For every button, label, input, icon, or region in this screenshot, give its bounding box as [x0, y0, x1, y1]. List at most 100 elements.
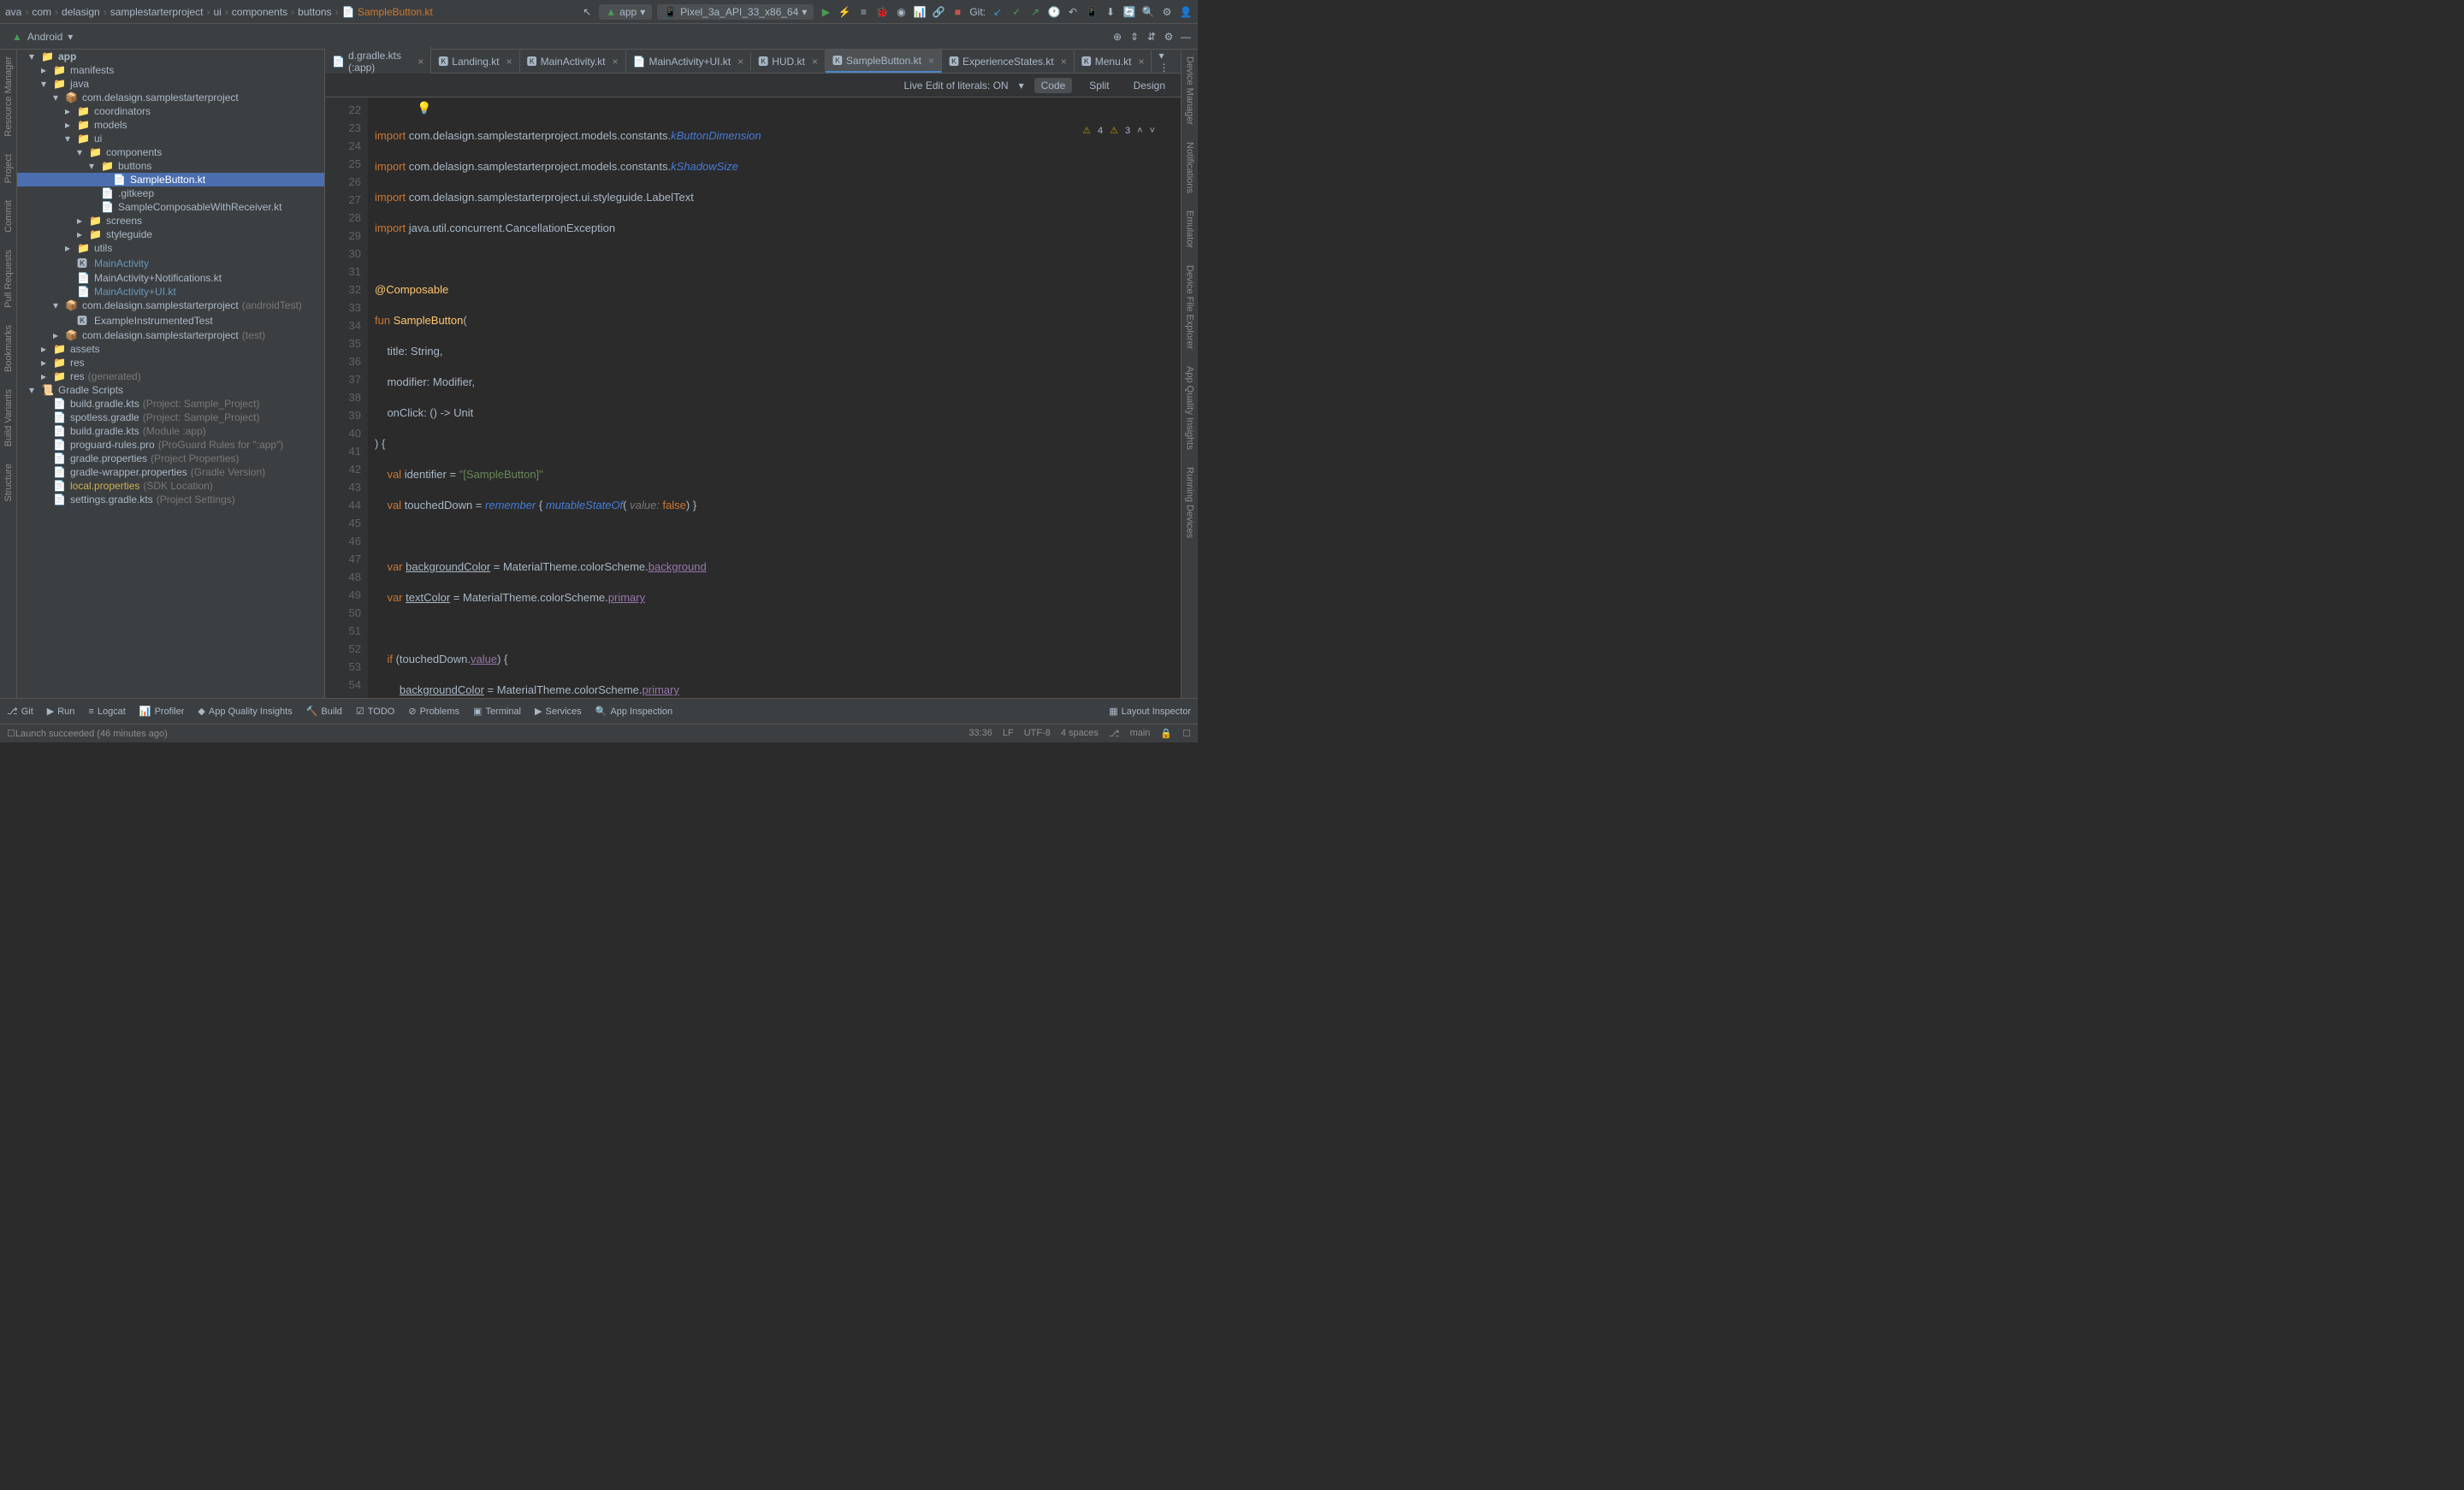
tool-run[interactable]: ▶Run: [47, 706, 75, 717]
tree-item[interactable]: ▾📁ui: [17, 132, 324, 145]
design-mode-button[interactable]: Design: [1127, 78, 1172, 93]
editor-tab[interactable]: 🅺ExperienceStates.kt×: [942, 50, 1075, 72]
cursor-position[interactable]: 33:36: [968, 728, 992, 739]
editor-tab[interactable]: 🅺Landing.kt×: [431, 50, 519, 72]
close-icon[interactable]: ×: [1061, 56, 1067, 68]
undo-icon[interactable]: ↶: [1066, 5, 1080, 19]
tree-item[interactable]: ▾📜Gradle Scripts: [17, 383, 324, 397]
breadcrumb-current[interactable]: 📄 SampleButton.kt: [342, 6, 433, 18]
lock-icon[interactable]: 🔒: [1160, 728, 1172, 739]
editor-tab[interactable]: 🅺MainActivity.kt×: [520, 50, 626, 72]
code-mode-button[interactable]: Code: [1034, 78, 1073, 93]
profiler-icon[interactable]: 📊: [913, 5, 927, 19]
tree-item[interactable]: 📄gradle.properties(Project Properties): [17, 452, 324, 465]
line-separator[interactable]: LF: [1003, 728, 1014, 739]
breadcrumb-segment[interactable]: com: [32, 6, 51, 18]
tree-item[interactable]: ▾📦com.delasign.samplestarterproject: [17, 91, 324, 104]
file-encoding[interactable]: UTF-8: [1024, 728, 1051, 739]
tree-item[interactable]: ▸📁styleguide: [17, 228, 324, 241]
editor-tab[interactable]: 🅺Menu.kt×: [1075, 50, 1152, 72]
tool-app-inspection[interactable]: 🔍App Inspection: [595, 706, 672, 717]
tree-item[interactable]: 📄local.properties(SDK Location): [17, 479, 324, 493]
indent-info[interactable]: 4 spaces: [1061, 728, 1099, 739]
close-icon[interactable]: ×: [737, 56, 743, 68]
git-push-icon[interactable]: ↗: [1028, 5, 1042, 19]
breadcrumb-segment[interactable]: ava: [5, 6, 21, 18]
tool-problems[interactable]: ⊘Problems: [408, 706, 459, 717]
collapse-icon[interactable]: ⇵: [1145, 30, 1158, 44]
module-selector[interactable]: ▲ Android ▾: [5, 29, 80, 44]
tool-app-quality-insights[interactable]: App Quality Insights: [1185, 366, 1195, 450]
tool-running-devices[interactable]: Running Devices: [1185, 467, 1195, 538]
coverage-icon[interactable]: ◉: [894, 5, 908, 19]
tool-structure[interactable]: Structure: [3, 464, 14, 502]
editor-tab[interactable]: 📄d.gradle.kts (:app)×: [325, 46, 431, 77]
tree-item[interactable]: 📄SampleComposableWithReceiver.kt: [17, 200, 324, 214]
run-icon[interactable]: ▶: [819, 5, 832, 19]
close-icon[interactable]: ×: [418, 56, 424, 68]
dropdown-icon[interactable]: ▾: [1019, 80, 1024, 92]
tool-app-quality-insights[interactable]: ◆App Quality Insights: [198, 706, 292, 717]
tree-item[interactable]: 📄.gitkeep: [17, 186, 324, 200]
git-branch[interactable]: main: [1130, 728, 1151, 739]
search-icon[interactable]: 🔍: [1141, 5, 1155, 19]
tree-item[interactable]: ▾📁components: [17, 145, 324, 159]
tree-item[interactable]: ▸📁assets: [17, 342, 324, 356]
tree-item[interactable]: 📄SampleButton.kt: [17, 173, 324, 186]
editor-tab[interactable]: 🅺SampleButton.kt×: [826, 50, 942, 73]
debug-icon[interactable]: 🐞: [875, 5, 889, 19]
tree-item[interactable]: 📄MainActivity+UI.kt: [17, 285, 324, 299]
tree-item[interactable]: 📄build.gradle.kts(Project: Sample_Projec…: [17, 397, 324, 411]
tool-profiler[interactable]: 📊Profiler: [139, 706, 185, 717]
layout-inspector-button[interactable]: ▦Layout Inspector: [1109, 706, 1191, 717]
account-icon[interactable]: 👤: [1179, 5, 1193, 19]
tool-logcat[interactable]: ≡Logcat: [88, 707, 125, 717]
nav-back-icon[interactable]: ↖: [580, 5, 594, 19]
tool-device-manager[interactable]: Device Manager: [1185, 56, 1195, 125]
tool-build-variants[interactable]: Build Variants: [3, 389, 14, 446]
tree-item[interactable]: ▾📦com.delasign.samplestarterproject(andr…: [17, 299, 324, 312]
tool-terminal[interactable]: ▣Terminal: [473, 706, 521, 717]
close-icon[interactable]: ×: [612, 56, 618, 68]
minimize-icon[interactable]: —: [1179, 30, 1193, 44]
git-pull-icon[interactable]: ↙: [991, 5, 1004, 19]
expand-icon[interactable]: ⇕: [1128, 30, 1141, 44]
tree-item[interactable]: ▸📁res: [17, 356, 324, 370]
close-icon[interactable]: ×: [928, 55, 934, 67]
tool-build[interactable]: 🔨Build: [306, 706, 342, 717]
git-commit-icon[interactable]: ✓: [1010, 5, 1023, 19]
editor-tab[interactable]: 🅺HUD.kt×: [751, 50, 826, 72]
code-body[interactable]: 💡 import com.delasign.samplestarterproje…: [368, 98, 1181, 698]
history-icon[interactable]: 🕐: [1047, 5, 1061, 19]
run-config-selector[interactable]: ▲ app ▾: [599, 4, 652, 20]
tree-item[interactable]: 📄MainActivity+Notifications.kt: [17, 271, 324, 285]
split-mode-button[interactable]: Split: [1082, 78, 1116, 93]
avd-icon[interactable]: 📱: [1085, 5, 1099, 19]
breadcrumb-segment[interactable]: buttons: [298, 6, 331, 18]
target-icon[interactable]: ⊕: [1111, 30, 1124, 44]
settings-icon[interactable]: ⚙: [1160, 5, 1174, 19]
breadcrumb-segment[interactable]: samplestarterproject: [110, 6, 204, 18]
tree-item[interactable]: ▾📁app: [17, 50, 324, 63]
breadcrumb-segment[interactable]: delasign: [62, 6, 100, 18]
tree-item[interactable]: ▾📁java: [17, 77, 324, 91]
tool-resource-manager[interactable]: Resource Manager: [3, 56, 14, 137]
attach-icon[interactable]: 🔗: [932, 5, 945, 19]
tree-item[interactable]: 📄gradle-wrapper.properties(Gradle Versio…: [17, 465, 324, 479]
tree-item[interactable]: ▸📁utils: [17, 241, 324, 255]
stop-icon[interactable]: ■: [951, 5, 964, 19]
editor-tab[interactable]: 📄MainActivity+UI.kt×: [626, 52, 752, 71]
sdk-icon[interactable]: ⬇: [1104, 5, 1117, 19]
tree-item[interactable]: 📄build.gradle.kts(Module :app): [17, 424, 324, 438]
sync-icon[interactable]: 🔄: [1122, 5, 1136, 19]
tree-item[interactable]: ▸📁screens: [17, 214, 324, 228]
close-icon[interactable]: ×: [1138, 56, 1144, 68]
close-icon[interactable]: ×: [812, 56, 818, 68]
tree-item[interactable]: 🅺MainActivity: [17, 255, 324, 271]
tool-services[interactable]: ▶Services: [535, 706, 582, 717]
tree-item[interactable]: 🅺ExampleInstrumentedTest: [17, 312, 324, 328]
tool-notifications[interactable]: Notifications: [1185, 142, 1195, 193]
gear-icon[interactable]: ⚙: [1162, 30, 1176, 44]
live-edit-label[interactable]: Live Edit of literals: ON: [904, 80, 1009, 92]
more-icon[interactable]: ⋮: [1158, 62, 1169, 74]
